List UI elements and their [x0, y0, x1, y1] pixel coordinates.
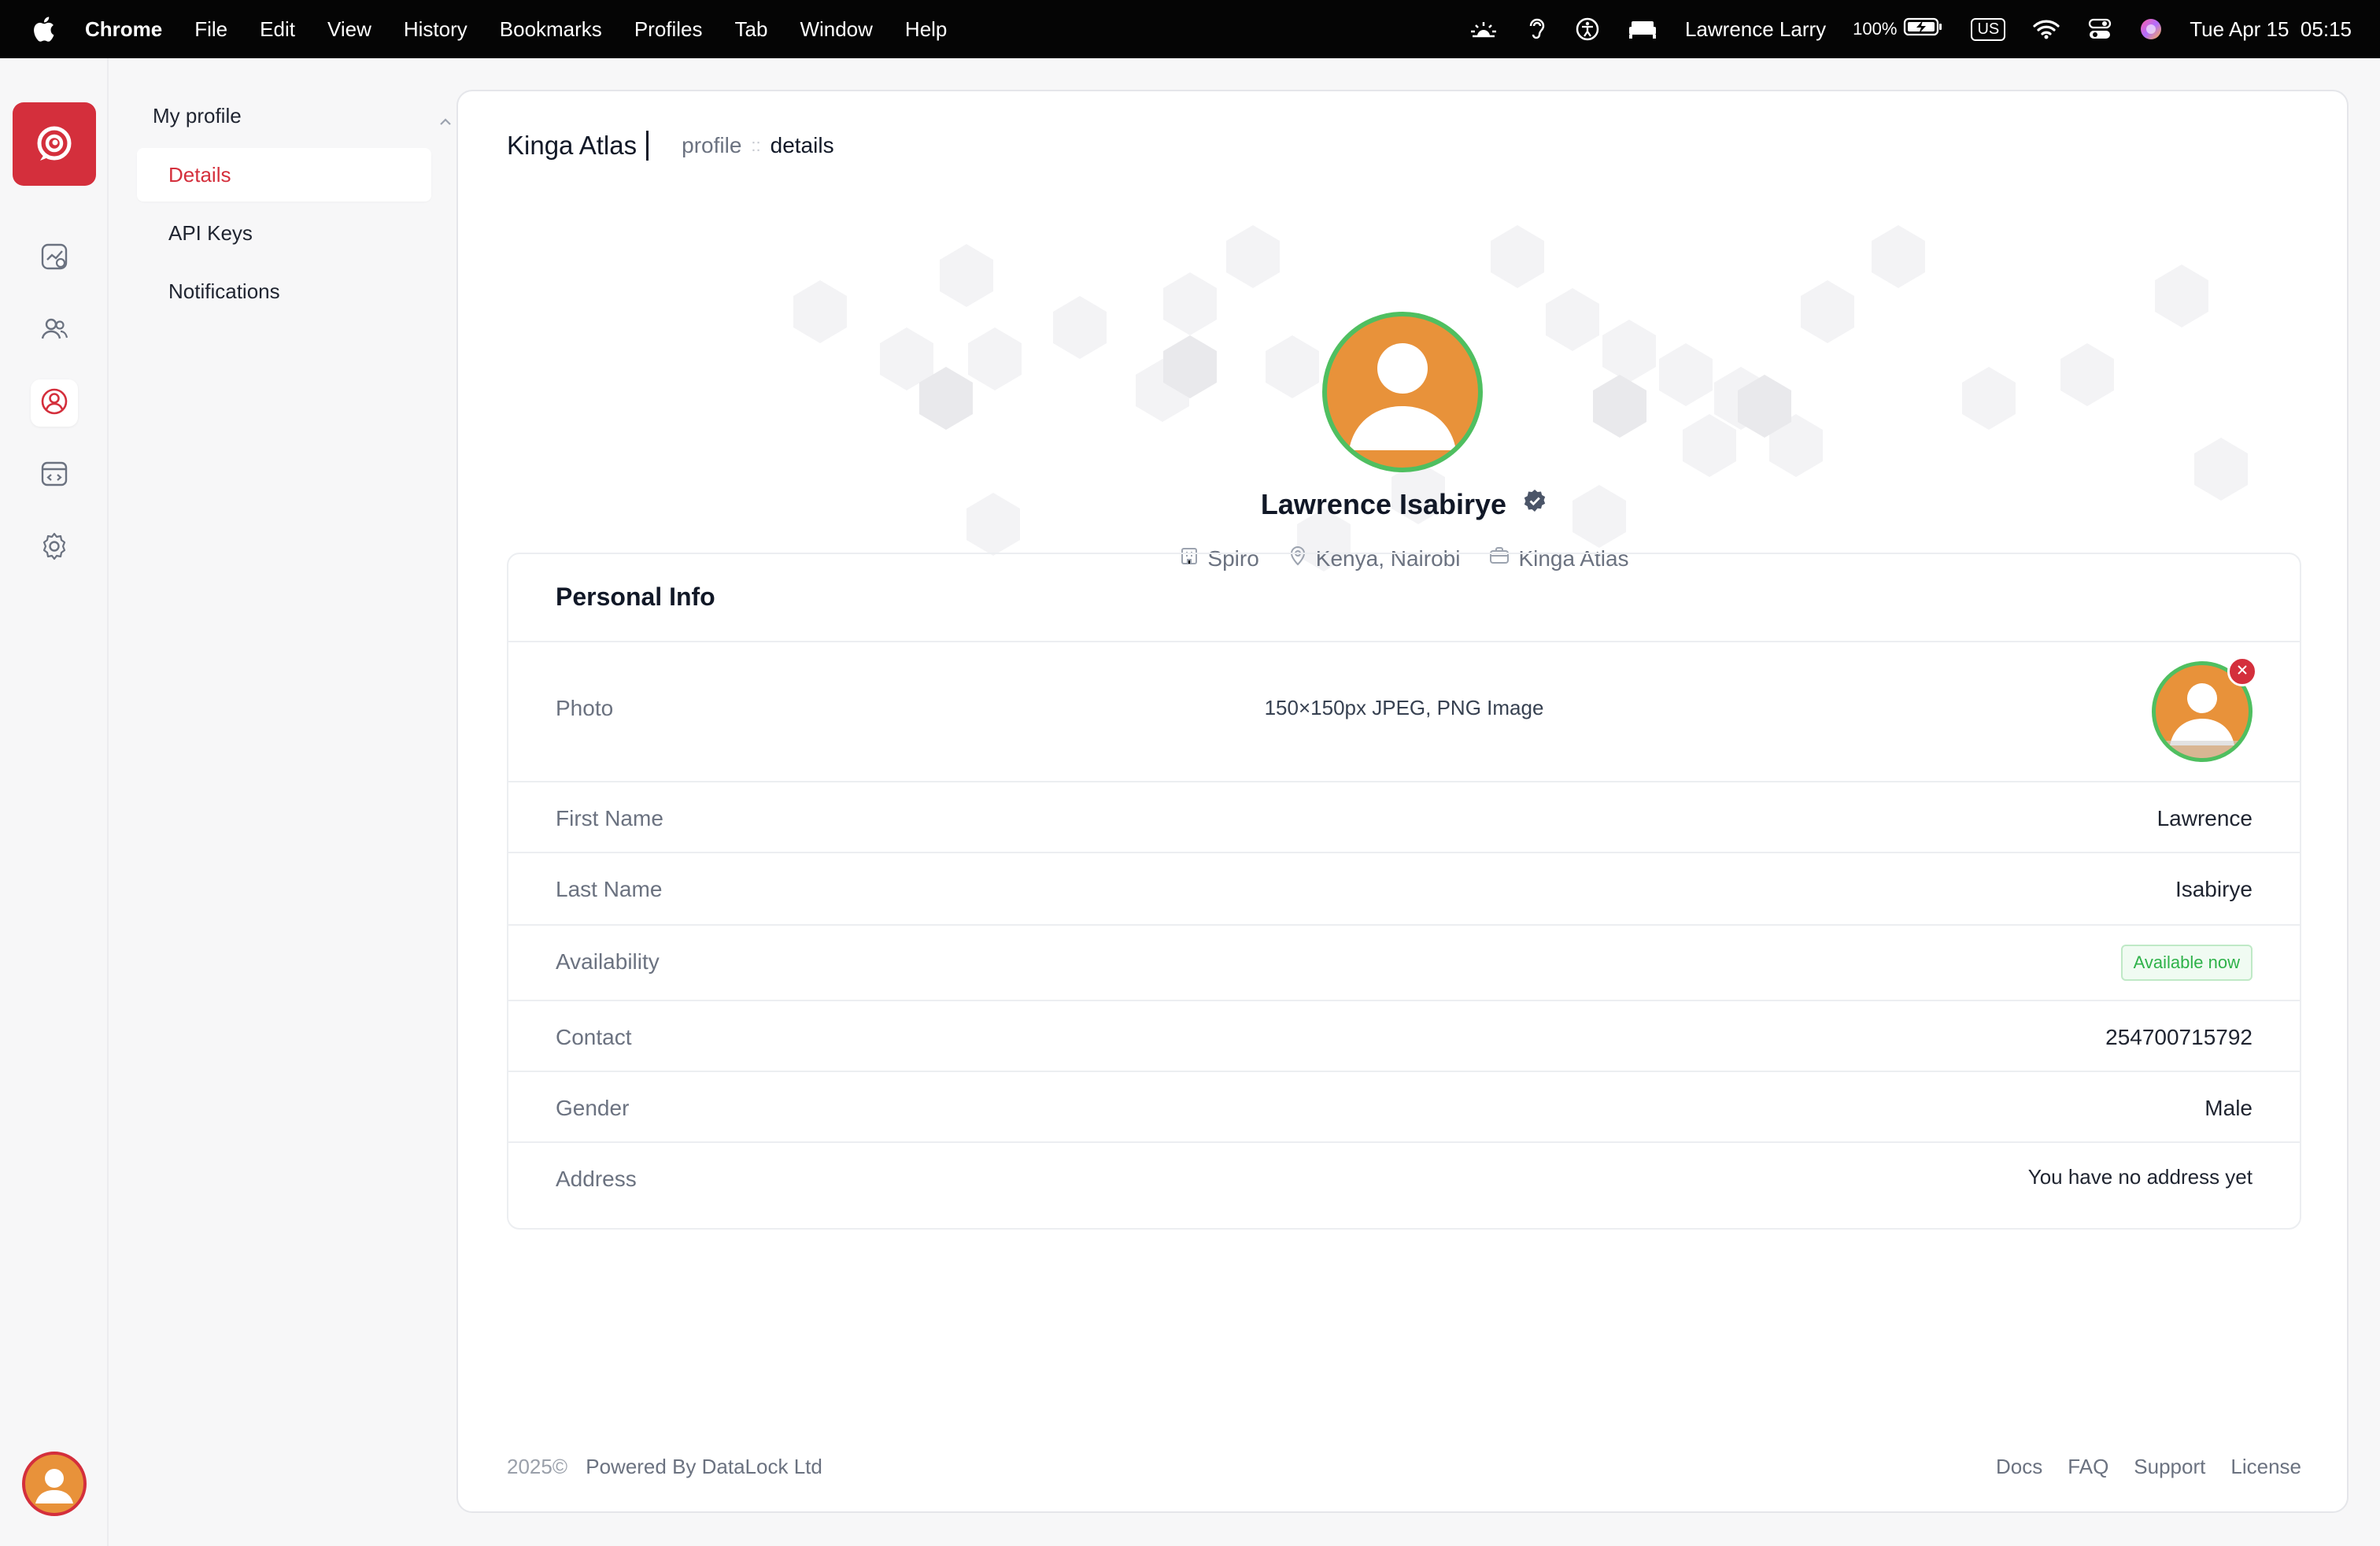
- menu-app-name[interactable]: Chrome: [85, 17, 162, 42]
- address-row: Address You have no address yet: [508, 1141, 2300, 1228]
- breadcrumb-current: details: [770, 133, 834, 157]
- footer-link-support[interactable]: Support: [2134, 1455, 2205, 1479]
- breadcrumb-separator: ::: [751, 135, 761, 155]
- footer-link-faq[interactable]: FAQ: [2068, 1455, 2108, 1479]
- last-name-row: Last Name Isabirye: [508, 852, 2300, 924]
- chevron-up-icon: [438, 109, 453, 133]
- rail-settings-button[interactable]: [31, 524, 78, 571]
- rail-profile-button[interactable]: [31, 379, 78, 427]
- menu-file[interactable]: File: [194, 17, 227, 42]
- address-label: Address: [556, 1167, 637, 1191]
- menu-tab[interactable]: Tab: [735, 17, 768, 42]
- contact-value: 254700715792: [2105, 1025, 2252, 1049]
- subnav-group-label: My profile: [153, 104, 242, 128]
- brightness-icon[interactable]: [1468, 17, 1499, 41]
- users-icon: [39, 313, 70, 349]
- last-name-value: Isabirye: [2175, 877, 2252, 901]
- menu-help[interactable]: Help: [905, 17, 947, 42]
- icon-rail: [0, 58, 109, 1546]
- profile-name: Lawrence Isabirye: [1260, 488, 1507, 520]
- remove-photo-button[interactable]: [2227, 656, 2257, 686]
- menubar-datetime[interactable]: Tue Apr 15 05:15: [2190, 17, 2352, 42]
- contact-label: Contact: [556, 1025, 632, 1049]
- address-value: You have no address yet: [2027, 1165, 2252, 1189]
- page-footer: 2025© Powered By DataLock Ltd Docs FAQ S…: [507, 1455, 2301, 1479]
- menu-history[interactable]: History: [404, 17, 468, 42]
- app-logo-icon[interactable]: [13, 102, 96, 186]
- personal-info-title: Personal Info: [556, 583, 715, 611]
- sleep-bed-icon[interactable]: [1627, 18, 1658, 40]
- menu-window[interactable]: Window: [800, 17, 872, 42]
- footer-links: Docs FAQ Support License: [1996, 1455, 2301, 1479]
- rail-analytics-button[interactable]: [31, 235, 78, 282]
- menu-profiles[interactable]: Profiles: [634, 17, 703, 42]
- battery-percent: 100%: [1853, 19, 1898, 39]
- settings-gear-icon: [39, 531, 70, 566]
- profile-subnav: My profile Details API Keys Notification…: [110, 58, 456, 1546]
- profile-name-row: Lawrence Isabirye: [458, 487, 2347, 521]
- code-window-icon: [39, 458, 70, 494]
- footer-copyright: 2025© Powered By DataLock Ltd: [507, 1455, 822, 1479]
- availability-label: Availability: [556, 949, 660, 974]
- footer-link-docs[interactable]: Docs: [1996, 1455, 2042, 1479]
- header-divider: [646, 131, 649, 161]
- battery-status: 100%: [1853, 17, 1944, 43]
- first-name-label: First Name: [556, 806, 663, 830]
- footer-year: 2025©: [507, 1455, 567, 1478]
- first-name-value: Lawrence: [2156, 806, 2252, 830]
- menu-bookmarks[interactable]: Bookmarks: [500, 17, 602, 42]
- rail-users-button[interactable]: [31, 307, 78, 354]
- availability-row: Availability Available now: [508, 924, 2300, 1000]
- accessibility-icon[interactable]: [1575, 17, 1600, 42]
- subnav-item-label: Notifications: [168, 279, 280, 303]
- gender-value: Male: [2204, 1096, 2252, 1120]
- profile-icon: [39, 386, 70, 421]
- menu-edit[interactable]: Edit: [260, 17, 295, 42]
- menubar-user[interactable]: Lawrence Larry: [1685, 17, 1826, 42]
- subnav-item-notifications[interactable]: Notifications: [137, 264, 431, 318]
- footer-link-license[interactable]: License: [2230, 1455, 2301, 1479]
- contact-row: Contact 254700715792: [508, 1000, 2300, 1071]
- last-name-label: Last Name: [556, 877, 663, 901]
- availability-badge: Available now: [2120, 945, 2252, 981]
- subnav-item-details[interactable]: Details: [137, 148, 431, 202]
- siri-icon[interactable]: [2139, 17, 2163, 41]
- subnav-item-label: Details: [168, 162, 231, 187]
- footer-powered-by[interactable]: Powered By DataLock Ltd: [586, 1455, 822, 1478]
- control-center-icon[interactable]: [2087, 17, 2112, 41]
- verified-badge-icon: [1522, 487, 1547, 520]
- main-content: Kinga Atlas profile :: details Lawrence …: [456, 90, 2349, 1513]
- rail-apps-button[interactable]: [31, 452, 78, 499]
- system-menu-bar: Chrome File Edit View History Bookmarks …: [0, 0, 2380, 58]
- gender-row: Gender Male: [508, 1071, 2300, 1141]
- close-icon: [2236, 664, 2249, 680]
- page-header: Kinga Atlas profile :: details: [507, 126, 834, 165]
- subnav-item-label: API Keys: [168, 220, 253, 245]
- photo-hint: 150×150px JPEG, PNG Image: [1264, 696, 1544, 719]
- personal-info-card: Personal Info Photo 150×150px JPEG, PNG …: [507, 553, 2301, 1230]
- hearing-icon[interactable]: [1526, 17, 1548, 42]
- apple-menu-icon[interactable]: [31, 16, 55, 43]
- input-source-indicator[interactable]: US: [1971, 17, 2006, 41]
- analytics-icon: [39, 241, 70, 276]
- wifi-icon[interactable]: [2032, 18, 2060, 40]
- user-avatar[interactable]: [22, 1452, 87, 1516]
- first-name-row: First Name Lawrence: [508, 781, 2300, 852]
- profile-avatar[interactable]: [1322, 312, 1483, 472]
- menu-view[interactable]: View: [327, 17, 371, 42]
- breadcrumb-section[interactable]: profile: [682, 133, 741, 158]
- subnav-item-api-keys[interactable]: API Keys: [137, 206, 431, 260]
- company-name: Kinga Atlas: [507, 131, 638, 160]
- photo-row: Photo 150×150px JPEG, PNG Image: [508, 641, 2300, 781]
- battery-charging-icon[interactable]: [1903, 17, 1944, 43]
- gender-label: Gender: [556, 1096, 630, 1120]
